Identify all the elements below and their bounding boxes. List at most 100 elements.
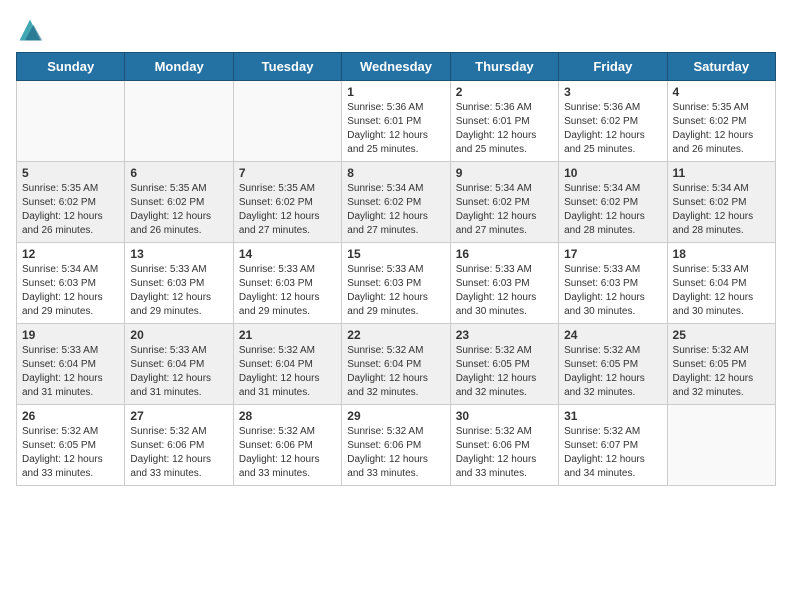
- calendar-cell: 6 Sunrise: 5:35 AMSunset: 6:02 PMDaylight…: [125, 162, 233, 243]
- day-number: 27: [130, 409, 227, 423]
- weekday-header-row: SundayMondayTuesdayWednesdayThursdayFrid…: [17, 53, 776, 81]
- day-number: 1: [347, 85, 444, 99]
- day-number: 6: [130, 166, 227, 180]
- calendar-cell: 13 Sunrise: 5:33 AMSunset: 6:03 PMDayligh…: [125, 243, 233, 324]
- day-number: 2: [456, 85, 553, 99]
- day-number: 13: [130, 247, 227, 261]
- day-number: 14: [239, 247, 336, 261]
- day-info: Sunrise: 5:36 AMSunset: 6:02 PMDaylight:…: [564, 101, 661, 157]
- logo: [16, 16, 48, 44]
- calendar-cell: 24 Sunrise: 5:32 AMSunset: 6:05 PMDayligh…: [559, 324, 667, 405]
- calendar-cell: 17Sunrise: 5:33 AMSunset: 6:03 PMDayligh…: [559, 243, 667, 324]
- day-info: Sunrise: 5:32 AMSunset: 6:06 PMDaylight:…: [130, 425, 227, 481]
- calendar-cell: 3 Sunrise: 5:36 AMSunset: 6:02 PMDaylight…: [559, 81, 667, 162]
- day-info: Sunrise: 5:32 AMSunset: 6:06 PMDaylight:…: [347, 425, 444, 481]
- logo-icon: [16, 16, 44, 44]
- day-number: 17: [564, 247, 661, 261]
- day-number: 28: [239, 409, 336, 423]
- calendar-cell: 5Sunrise: 5:35 AMSunset: 6:02 PMDaylight…: [17, 162, 125, 243]
- day-info: Sunrise: 5:36 AMSunset: 6:01 PMDaylight:…: [456, 101, 553, 157]
- day-number: 22: [347, 328, 444, 342]
- day-number: 31: [564, 409, 661, 423]
- day-number: 30: [456, 409, 553, 423]
- day-number: 23: [456, 328, 553, 342]
- day-info: Sunrise: 5:33 AMSunset: 6:04 PMDaylight:…: [130, 344, 227, 400]
- day-number: 8: [347, 166, 444, 180]
- calendar-cell: 2 Sunrise: 5:36 AMSunset: 6:01 PMDaylight…: [450, 81, 558, 162]
- day-number: 26: [22, 409, 119, 423]
- calendar-cell: 14Sunrise: 5:33 AMSunset: 6:03 PMDayligh…: [233, 243, 341, 324]
- calendar-cell: 7 Sunrise: 5:35 AMSunset: 6:02 PMDaylight…: [233, 162, 341, 243]
- calendar-cell: 18 Sunrise: 5:33 AMSunset: 6:04 PMDayligh…: [667, 243, 775, 324]
- day-number: 11: [673, 166, 770, 180]
- day-number: 7: [239, 166, 336, 180]
- day-info: Sunrise: 5:34 AMSunset: 6:02 PMDaylight:…: [673, 182, 770, 238]
- day-number: 4: [673, 85, 770, 99]
- weekday-header-wednesday: Wednesday: [342, 53, 450, 81]
- day-info: Sunrise: 5:32 AMSunset: 6:04 PMDaylight:…: [347, 344, 444, 400]
- calendar-cell: 29 Sunrise: 5:32 AMSunset: 6:06 PMDayligh…: [342, 405, 450, 486]
- calendar-cell: 23 Sunrise: 5:32 AMSunset: 6:05 PMDayligh…: [450, 324, 558, 405]
- day-number: 18: [673, 247, 770, 261]
- day-number: 24: [564, 328, 661, 342]
- calendar-week-5: 26 Sunrise: 5:32 AMSunset: 6:05 PMDayligh…: [17, 405, 776, 486]
- day-info: Sunrise: 5:32 AMSunset: 6:05 PMDaylight:…: [564, 344, 661, 400]
- day-number: 20: [130, 328, 227, 342]
- calendar-table: SundayMondayTuesdayWednesdayThursdayFrid…: [16, 52, 776, 486]
- calendar-cell: 12 Sunrise: 5:34 AMSunset: 6:03 PMDayligh…: [17, 243, 125, 324]
- calendar-cell: 22 Sunrise: 5:32 AMSunset: 6:04 PMDayligh…: [342, 324, 450, 405]
- day-number: 10: [564, 166, 661, 180]
- weekday-header-sunday: Sunday: [17, 53, 125, 81]
- day-number: 15: [347, 247, 444, 261]
- day-info: Sunrise: 5:34 AMSunset: 6:02 PMDaylight:…: [456, 182, 553, 238]
- day-info: Sunrise: 5:34 AMSunset: 6:02 PMDaylight:…: [347, 182, 444, 238]
- day-info: Sunrise: 5:32 AMSunset: 6:04 PMDaylight:…: [239, 344, 336, 400]
- day-number: 16: [456, 247, 553, 261]
- day-info: Sunrise: 5:35 AMSunset: 6:02 PMDaylight:…: [22, 182, 119, 238]
- day-info: Sunrise: 5:32 AMSunset: 6:05 PMDaylight:…: [22, 425, 119, 481]
- calendar-cell: [125, 81, 233, 162]
- day-number: 9: [456, 166, 553, 180]
- weekday-header-monday: Monday: [125, 53, 233, 81]
- weekday-header-saturday: Saturday: [667, 53, 775, 81]
- calendar-cell: 28 Sunrise: 5:32 AMSunset: 6:06 PMDayligh…: [233, 405, 341, 486]
- calendar-cell: 25 Sunrise: 5:32 AMSunset: 6:05 PMDayligh…: [667, 324, 775, 405]
- calendar-cell: 8 Sunrise: 5:34 AMSunset: 6:02 PMDaylight…: [342, 162, 450, 243]
- calendar-cell: 10 Sunrise: 5:34 AMSunset: 6:02 PMDayligh…: [559, 162, 667, 243]
- day-info: Sunrise: 5:32 AMSunset: 6:06 PMDaylight:…: [239, 425, 336, 481]
- day-info: Sunrise: 5:34 AMSunset: 6:03 PMDaylight:…: [22, 263, 119, 319]
- day-info: Sunrise: 5:35 AMSunset: 6:02 PMDaylight:…: [239, 182, 336, 238]
- calendar-cell: [667, 405, 775, 486]
- day-info: Sunrise: 5:34 AMSunset: 6:02 PMDaylight:…: [564, 182, 661, 238]
- day-info: Sunrise: 5:33 AMSunset: 6:03 PMDaylight:…: [130, 263, 227, 319]
- calendar-cell: 19 Sunrise: 5:33 AMSunset: 6:04 PMDayligh…: [17, 324, 125, 405]
- calendar-cell: 1Sunrise: 5:36 AMSunset: 6:01 PMDaylight…: [342, 81, 450, 162]
- day-number: 3: [564, 85, 661, 99]
- day-number: 29: [347, 409, 444, 423]
- calendar-cell: 4Sunrise: 5:35 AMSunset: 6:02 PMDaylight…: [667, 81, 775, 162]
- weekday-header-thursday: Thursday: [450, 53, 558, 81]
- day-number: 25: [673, 328, 770, 342]
- calendar-cell: 31 Sunrise: 5:32 AMSunset: 6:07 PMDayligh…: [559, 405, 667, 486]
- calendar-cell: 11 Sunrise: 5:34 AMSunset: 6:02 PMDayligh…: [667, 162, 775, 243]
- day-info: Sunrise: 5:32 AMSunset: 6:05 PMDaylight:…: [456, 344, 553, 400]
- calendar-cell: 26 Sunrise: 5:32 AMSunset: 6:05 PMDayligh…: [17, 405, 125, 486]
- day-info: Sunrise: 5:33 AMSunset: 6:03 PMDaylight:…: [456, 263, 553, 319]
- day-number: 12: [22, 247, 119, 261]
- day-info: Sunrise: 5:35 AMSunset: 6:02 PMDaylight:…: [130, 182, 227, 238]
- calendar-week-3: 12 Sunrise: 5:34 AMSunset: 6:03 PMDayligh…: [17, 243, 776, 324]
- weekday-header-tuesday: Tuesday: [233, 53, 341, 81]
- day-info: Sunrise: 5:33 AMSunset: 6:04 PMDaylight:…: [22, 344, 119, 400]
- page-header: [16, 16, 776, 44]
- calendar-cell: [17, 81, 125, 162]
- calendar-cell: [233, 81, 341, 162]
- calendar-week-2: 5Sunrise: 5:35 AMSunset: 6:02 PMDaylight…: [17, 162, 776, 243]
- calendar-cell: 9 Sunrise: 5:34 AMSunset: 6:02 PMDaylight…: [450, 162, 558, 243]
- day-info: Sunrise: 5:32 AMSunset: 6:05 PMDaylight:…: [673, 344, 770, 400]
- calendar-cell: 20 Sunrise: 5:33 AMSunset: 6:04 PMDayligh…: [125, 324, 233, 405]
- calendar-cell: 30Sunrise: 5:32 AMSunset: 6:06 PMDayligh…: [450, 405, 558, 486]
- day-info: Sunrise: 5:32 AMSunset: 6:07 PMDaylight:…: [564, 425, 661, 481]
- calendar-week-4: 19 Sunrise: 5:33 AMSunset: 6:04 PMDayligh…: [17, 324, 776, 405]
- day-info: Sunrise: 5:33 AMSunset: 6:04 PMDaylight:…: [673, 263, 770, 319]
- day-number: 19: [22, 328, 119, 342]
